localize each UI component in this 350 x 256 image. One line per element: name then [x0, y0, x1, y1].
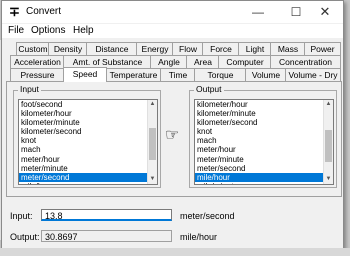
input-list-item[interactable]: kilometer/second [19, 127, 157, 136]
scroll-up-arrow-icon[interactable]: ▲ [324, 100, 333, 109]
tab-area[interactable]: Area [186, 55, 220, 68]
tab-custom[interactable]: Custom [16, 42, 50, 55]
output-list-item[interactable]: meter/second [195, 164, 333, 173]
input-list-item[interactable]: mach [19, 145, 157, 154]
output-unit-list[interactable]: kilometer/hour kilometer/minute kilometer/… [194, 99, 334, 185]
output-value-field: 30.8697 [41, 230, 172, 242]
input-list-scrollbar[interactable]: ▲ ▼ [147, 100, 157, 184]
tab-row-1: Custom Density Distance Energy Flow Forc… [6, 42, 341, 55]
tab-light[interactable]: Light [238, 42, 272, 55]
menu-file[interactable]: File [8, 25, 24, 36]
scroll-up-arrow-icon[interactable]: ▲ [148, 100, 157, 109]
tab-pressure[interactable]: Pressure [10, 68, 65, 81]
tab-mass[interactable]: Mass [270, 42, 306, 55]
input-value-field[interactable]: 13.8 [41, 209, 172, 221]
convert-window: ∓ Convert — ☐ ✕ File Options Help Custom… [1, 0, 344, 254]
input-group: Input foot/second kilometer/hour kilometer… [13, 84, 161, 188]
output-list-item[interactable]: mile/minute [195, 182, 333, 184]
output-list-item[interactable]: knot [195, 127, 333, 136]
tab-volume-dry[interactable]: Volume - Dry [285, 68, 341, 81]
input-list-item[interactable]: knot [19, 136, 157, 145]
speed-tab-panel: Input foot/second kilometer/hour kilometer… [6, 81, 342, 197]
tab-row-3: Pressure Speed Temperature Time Torque V… [6, 67, 341, 82]
input-list-item[interactable]: meter/hour [19, 155, 157, 164]
output-list-item[interactable]: kilometer/second [195, 118, 333, 127]
tab-power[interactable]: Power [304, 42, 341, 55]
hand-pointing-right-icon: ☞ [165, 127, 180, 144]
input-list-item[interactable]: mile/hour [19, 182, 157, 184]
output-list-item[interactable]: kilometer/hour [195, 100, 333, 109]
input-list-item[interactable]: kilometer/minute [19, 118, 157, 127]
output-scroll-thumb[interactable] [325, 130, 332, 162]
tab-time[interactable]: Time [160, 68, 196, 81]
convert-icon: ∓ [9, 4, 20, 19]
tab-angle[interactable]: Angle [150, 55, 188, 68]
tab-speed[interactable]: Speed [63, 67, 107, 82]
input-group-label: Input [18, 84, 41, 94]
tab-acceleration[interactable]: Acceleration [10, 55, 65, 68]
tab-volume[interactable]: Volume [245, 68, 287, 81]
input-unit-list[interactable]: foot/second kilometer/hour kilometer/minut… [18, 99, 158, 185]
output-list-item[interactable]: meter/hour [195, 145, 333, 154]
input-value-label: Input: [10, 211, 33, 221]
output-group: Output kilometer/hour kilometer/minute kil… [189, 84, 337, 188]
tab-energy[interactable]: Energy [136, 42, 174, 55]
output-list-item[interactable]: mile/hour [195, 172, 333, 182]
scroll-down-arrow-icon[interactable]: ▼ [148, 175, 157, 184]
tab-force[interactable]: Force [202, 42, 240, 55]
tab-temperature[interactable]: Temperature [105, 68, 162, 81]
scroll-down-arrow-icon[interactable]: ▼ [324, 175, 333, 184]
input-list-item[interactable]: foot/second [19, 100, 157, 109]
output-list-item[interactable]: kilometer/minute [195, 109, 333, 118]
window-title: Convert [26, 6, 62, 17]
input-list-item[interactable]: meter/minute [19, 164, 157, 173]
output-list-item[interactable]: mach [195, 136, 333, 145]
title-bar[interactable]: ∓ Convert — ☐ ✕ [2, 1, 343, 23]
tab-torque[interactable]: Torque [194, 68, 247, 81]
input-unit-label: meter/second [180, 211, 235, 221]
output-list-scrollbar[interactable]: ▲ ▼ [323, 100, 333, 184]
tab-flow[interactable]: Flow [172, 42, 204, 55]
close-button[interactable]: ✕ [307, 1, 343, 23]
tab-row-2: Acceleration Amt. of Substance Angle Are… [6, 55, 341, 68]
menu-help[interactable]: Help [73, 25, 94, 36]
input-scroll-thumb[interactable] [149, 128, 156, 160]
minimize-button[interactable]: — [240, 1, 276, 23]
background-taskbar-edge [0, 248, 350, 256]
tab-density[interactable]: Density [48, 42, 88, 55]
output-group-label: Output [194, 84, 224, 94]
menu-bar: File Options Help [2, 24, 343, 38]
input-list-item[interactable]: meter/second [19, 172, 157, 182]
tab-computer[interactable]: Computer [218, 55, 272, 68]
input-list-item[interactable]: kilometer/hour [19, 109, 157, 118]
tab-distance[interactable]: Distance [86, 42, 138, 55]
tab-concentration[interactable]: Concentration [270, 55, 341, 68]
output-list-item[interactable]: meter/minute [195, 155, 333, 164]
output-value-label: Output: [10, 232, 40, 242]
menu-options[interactable]: Options [31, 25, 65, 36]
output-unit-label: mile/hour [180, 232, 218, 242]
